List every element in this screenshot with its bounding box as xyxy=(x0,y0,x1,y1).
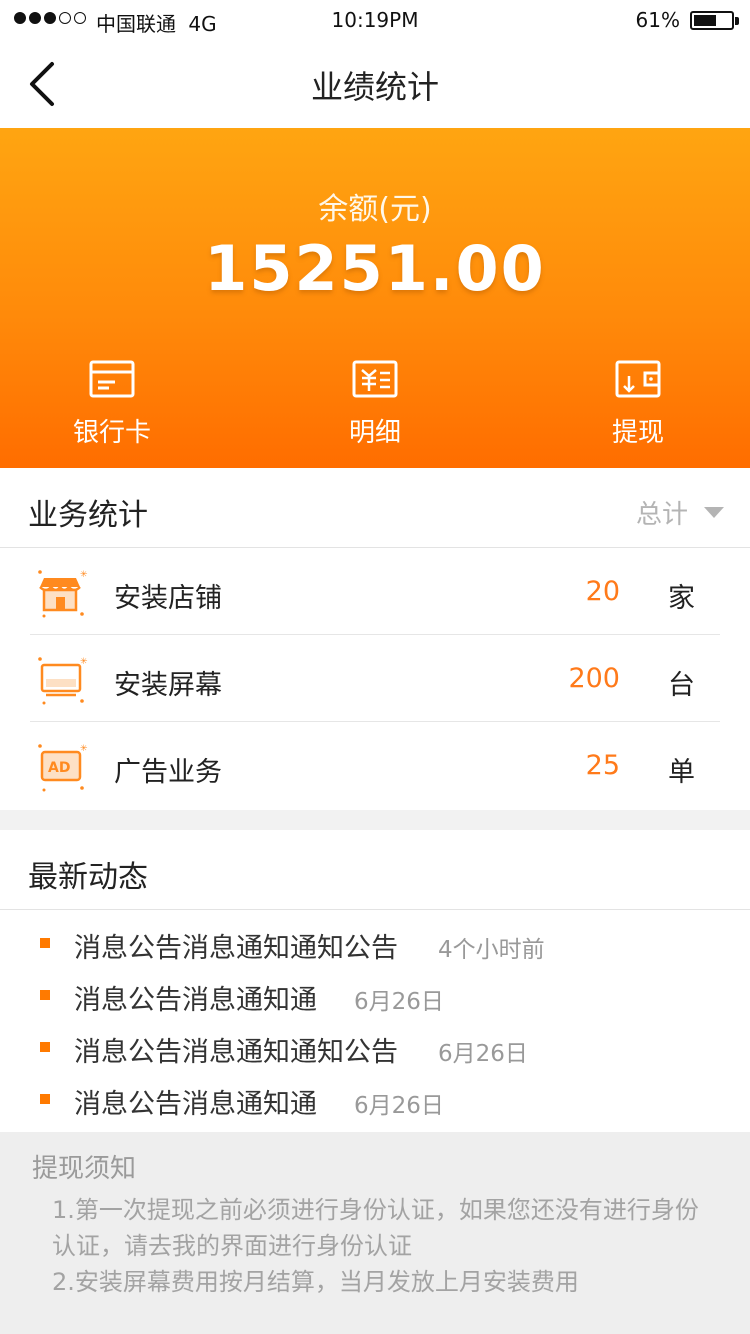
battery-tip xyxy=(735,17,739,25)
news-item[interactable]: 消息公告消息通知通 6月26日 xyxy=(0,970,750,1022)
stat-label: 广告业务 xyxy=(114,757,222,788)
stat-unit: 家 xyxy=(668,583,695,614)
business-stats-title: 业务统计 xyxy=(28,498,148,533)
svg-text:AD: AD xyxy=(48,760,70,776)
news-item[interactable]: 消息公告消息通知通 6月26日 xyxy=(0,1074,750,1126)
latest-news-header: 最新动态 xyxy=(0,830,750,910)
balance-value: 15251.00 xyxy=(204,232,546,305)
news-item[interactable]: 消息公告消息通知通知公告 6月26日 xyxy=(0,1022,750,1074)
wallet-withdraw-icon xyxy=(615,360,661,398)
period-filter-dropdown[interactable]: 总计 xyxy=(636,494,724,531)
withdraw-notice: 提现须知 1.第一次提现之前必须进行身份认证，如果您还没有进行身份认证，请去我的… xyxy=(0,1132,750,1334)
balance-panel: 余额(元) 15251.00 银行卡 明细 提现 xyxy=(0,128,750,468)
svg-text:✳: ✳ xyxy=(80,657,88,667)
page: 中国联通 4G 10:19PM 61% 业绩统计 余额(元) 15251.00 xyxy=(0,0,750,1334)
bullet-icon xyxy=(40,1094,50,1104)
news-text: 消息公告消息通知通知公告 xyxy=(74,1037,398,1068)
detail-button[interactable]: 明细 xyxy=(295,360,455,460)
period-filter-label: 总计 xyxy=(635,500,688,530)
latest-news-title: 最新动态 xyxy=(28,860,148,895)
withdraw-notice-title: 提现须知 xyxy=(32,1154,137,1184)
stat-label: 安装店铺 xyxy=(114,583,222,614)
stat-row-stores: ✳ 安装店铺 20 家 xyxy=(0,548,750,635)
bullet-icon xyxy=(40,938,50,948)
notice-line: 1.第一次提现之前必须进行身份认证，如果您还没有进行身份认证，请去我的界面进行身… xyxy=(52,1196,699,1260)
store-icon: ✳ xyxy=(38,570,88,618)
news-time: 6月26日 xyxy=(438,1041,528,1067)
withdraw-button[interactable]: 提现 xyxy=(558,360,718,460)
screen-icon: ✳ xyxy=(38,657,88,705)
stat-unit: 单 xyxy=(668,757,695,788)
news-item[interactable]: 消息公告消息通知通知公告 4个小时前 xyxy=(0,918,750,970)
caret-down-icon xyxy=(704,507,724,518)
detail-label: 明细 xyxy=(348,418,401,448)
battery-level xyxy=(694,15,716,26)
svg-text:✳: ✳ xyxy=(80,744,88,754)
stat-row-screens: ✳ 安装屏幕 200 台 xyxy=(0,635,750,722)
stat-row-ads: AD ✳ 广告业务 25 单 xyxy=(0,722,750,809)
svg-text:✳: ✳ xyxy=(80,570,88,580)
news-text: 消息公告消息通知通知公告 xyxy=(74,933,398,964)
ad-icon: AD ✳ xyxy=(38,744,88,792)
news-time: 4个小时前 xyxy=(438,937,545,963)
stat-count: 200 xyxy=(568,663,620,694)
battery-icon xyxy=(690,11,734,30)
news-time: 6月26日 xyxy=(354,989,444,1015)
bank-card-icon xyxy=(89,360,135,398)
stat-label: 安装屏幕 xyxy=(114,670,222,701)
stat-count: 25 xyxy=(585,750,620,781)
nav-bar: 业绩统计 xyxy=(0,40,750,128)
business-stats-card: 业务统计 总计 ✳ 安装店铺 20 家 ✳ 安装屏幕 200 台 AD ✳ 广告… xyxy=(0,468,750,810)
business-stats-header: 业务统计 总计 xyxy=(0,468,750,548)
status-bar: 中国联通 4G 10:19PM 61% xyxy=(0,0,750,40)
latest-news-card: 最新动态 消息公告消息通知通知公告 4个小时前 消息公告消息通知通 6月26日 … xyxy=(0,830,750,1132)
bullet-icon xyxy=(40,1042,50,1052)
detail-list-icon xyxy=(352,360,398,398)
notice-line: 2.安装屏幕费用按月结算，当月发放上月安装费用 xyxy=(52,1268,579,1296)
bank-card-button[interactable]: 银行卡 xyxy=(32,360,192,460)
stat-unit: 台 xyxy=(668,670,695,701)
withdraw-label: 提现 xyxy=(611,418,664,448)
page-title: 业绩统计 xyxy=(310,68,439,106)
news-text: 消息公告消息通知通 xyxy=(74,985,317,1016)
bank-card-label: 银行卡 xyxy=(72,418,151,448)
news-text: 消息公告消息通知通 xyxy=(74,1089,317,1120)
bullet-icon xyxy=(40,990,50,1000)
balance-label: 余额(元) xyxy=(318,192,432,227)
stat-count: 20 xyxy=(585,576,620,607)
news-time: 6月26日 xyxy=(354,1093,444,1119)
battery-percent: 61% xyxy=(635,8,680,32)
withdraw-notice-body: 1.第一次提现之前必须进行身份认证，如果您还没有进行身份认证，请去我的界面进行身… xyxy=(52,1192,722,1300)
